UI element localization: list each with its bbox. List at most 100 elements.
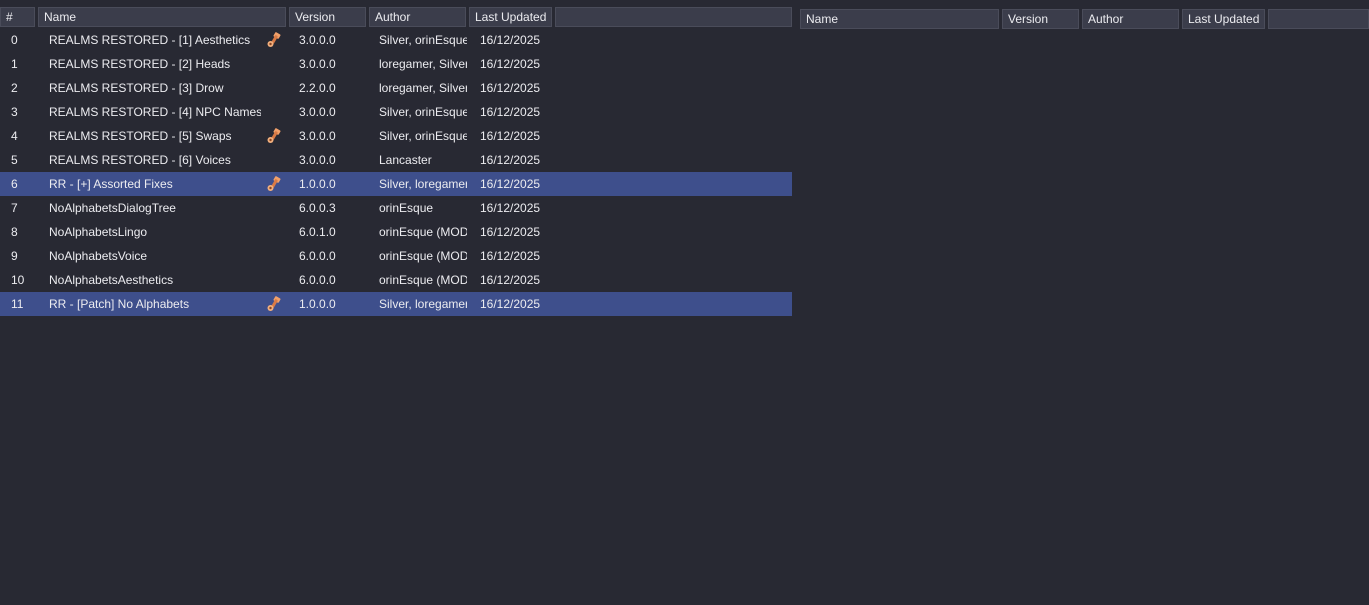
row-index: 0 <box>11 33 18 47</box>
mod-name: REALMS RESTORED - [3] Drow <box>49 81 224 95</box>
column-header-version[interactable]: Version <box>1002 9 1079 29</box>
mod-last-updated: 16/12/2025 <box>480 105 541 119</box>
available-mods-header: Name Version Author Last Updated <box>796 0 1369 29</box>
mod-name: RR - [Patch] No Alphabets <box>49 297 190 311</box>
available-mods-list[interactable]: Name Version Author Last Updated <box>796 0 1369 605</box>
row-index: 4 <box>11 129 18 143</box>
mod-name: REALMS RESTORED - [6] Voices <box>49 153 231 167</box>
column-header-filler <box>555 7 792 27</box>
row-index: 2 <box>11 81 18 95</box>
mod-version: 3.0.0.0 <box>299 129 336 143</box>
mod-version: 3.0.0.0 <box>299 33 336 47</box>
mod-icon-cell <box>263 196 283 220</box>
column-header-last-updated[interactable]: Last Updated <box>1182 9 1265 29</box>
mod-manager-window: # Name Version Author Last Updated 0 REAL… <box>0 0 1369 605</box>
mod-author: Silver, loregamer <box>379 177 467 191</box>
row-index: 10 <box>11 273 25 287</box>
mod-icon-cell <box>263 148 283 172</box>
row-index: 7 <box>11 201 18 215</box>
mod-icon-cell <box>263 244 283 268</box>
mod-author: loregamer, Silver <box>379 57 467 71</box>
mod-version: 3.0.0.0 <box>299 105 336 119</box>
mod-version: 6.0.0.0 <box>299 273 336 287</box>
load-order-rows: 0 REALMS RESTORED - [1] Aesthetics 3.0.0.0… <box>0 28 792 316</box>
mod-author: Lancaster <box>379 153 432 167</box>
mod-last-updated: 16/12/2025 <box>480 201 541 215</box>
column-header-last-updated[interactable]: Last Updated <box>469 7 552 27</box>
mod-version: 6.0.0.0 <box>299 249 336 263</box>
table-row[interactable]: 7 NoAlphabetsDialogTree 6.0.0.3 orinEsque 16… <box>0 196 792 220</box>
mod-icon-cell <box>263 28 283 52</box>
mod-last-updated: 16/12/2025 <box>480 273 541 287</box>
table-row[interactable]: 11 RR - [Patch] No Alphabets 1.0.0.0 Silver… <box>0 292 792 316</box>
mod-name: REALMS RESTORED - [2] Heads <box>49 57 231 71</box>
mod-name: NoAlphabetsAesthetics <box>49 273 174 287</box>
mod-author: Silver, orinEsque, <box>379 105 467 119</box>
mod-icon-cell <box>263 220 283 244</box>
mod-last-updated: 16/12/2025 <box>480 153 541 167</box>
table-row[interactable]: 4 REALMS RESTORED - [5] Swaps 3.0.0.0 Silve… <box>0 124 792 148</box>
dependency-tool-icon <box>266 176 282 192</box>
column-header-version[interactable]: Version <box>289 7 366 27</box>
mod-version: 6.0.0.3 <box>299 201 336 215</box>
mod-name: RR - [+] Assorted Fixes <box>49 177 173 191</box>
table-row[interactable]: 1 REALMS RESTORED - [2] Heads 3.0.0.0 loreg… <box>0 52 792 76</box>
row-index: 1 <box>11 57 18 71</box>
mod-author: orinEsque <box>379 201 434 215</box>
mod-last-updated: 16/12/2025 <box>480 297 541 311</box>
load-order-header: # Name Version Author Last Updated <box>0 0 792 27</box>
table-row[interactable]: 9 NoAlphabetsVoice 6.0.0.0 orinEsque (MOD 16… <box>0 244 792 268</box>
mod-name: REALMS RESTORED - [5] Swaps <box>49 129 232 143</box>
table-row[interactable]: 6 RR - [+] Assorted Fixes 1.0.0.0 Silver, l… <box>0 172 792 196</box>
mod-icon-cell <box>263 76 283 100</box>
mod-icon-cell <box>263 52 283 76</box>
mod-version: 3.0.0.0 <box>299 153 336 167</box>
column-header-author[interactable]: Author <box>1082 9 1179 29</box>
mod-author: orinEsque (MOD <box>379 249 467 263</box>
mod-version: 1.0.0.0 <box>299 297 336 311</box>
mod-last-updated: 16/12/2025 <box>480 33 541 47</box>
table-row[interactable]: 0 REALMS RESTORED - [1] Aesthetics 3.0.0.0… <box>0 28 792 52</box>
mod-name: NoAlphabetsLingo <box>49 225 148 239</box>
column-header-name[interactable]: Name <box>800 9 999 29</box>
row-index: 11 <box>11 297 24 311</box>
mod-author: Silver, orinEsque, <box>379 33 467 47</box>
mod-icon-cell <box>263 292 283 316</box>
row-index: 8 <box>11 225 18 239</box>
mod-last-updated: 16/12/2025 <box>480 177 541 191</box>
dependency-tool-icon <box>266 296 282 312</box>
mod-last-updated: 16/12/2025 <box>480 57 541 71</box>
mod-icon-cell <box>263 172 283 196</box>
column-header-author[interactable]: Author <box>369 7 466 27</box>
mod-version: 6.0.1.0 <box>299 225 336 239</box>
mod-author: Silver, loregamer <box>379 297 467 311</box>
mod-icon-cell <box>263 268 283 292</box>
dependency-tool-icon <box>266 32 282 48</box>
row-index: 5 <box>11 153 18 167</box>
row-index: 9 <box>11 249 18 263</box>
mod-author: Silver, orinEsque, <box>379 129 467 143</box>
mod-icon-cell <box>263 124 283 148</box>
column-header-name[interactable]: Name <box>38 7 286 27</box>
table-row[interactable]: 8 NoAlphabetsLingo 6.0.1.0 orinEsque (MOD 16… <box>0 220 792 244</box>
mod-last-updated: 16/12/2025 <box>480 129 541 143</box>
mod-author: loregamer, Silver <box>379 81 467 95</box>
table-row[interactable]: 5 REALMS RESTORED - [6] Voices 3.0.0.0 Lanc… <box>0 148 792 172</box>
table-row[interactable]: 2 REALMS RESTORED - [3] Drow 2.2.0.0 lorega… <box>0 76 792 100</box>
mod-version: 1.0.0.0 <box>299 177 336 191</box>
table-row[interactable]: 10 NoAlphabetsAesthetics 6.0.0.0 orinEsque … <box>0 268 792 292</box>
mod-author: orinEsque (MOD <box>379 273 467 287</box>
load-order-list[interactable]: # Name Version Author Last Updated 0 REAL… <box>0 0 792 605</box>
column-header-index[interactable]: # <box>0 7 35 27</box>
mod-last-updated: 16/12/2025 <box>480 249 541 263</box>
mod-version: 2.2.0.0 <box>299 81 336 95</box>
mod-name: NoAlphabetsVoice <box>49 249 148 263</box>
table-row[interactable]: 3 REALMS RESTORED - [4] NPC Names 3.0.0.0 S… <box>0 100 792 124</box>
mod-last-updated: 16/12/2025 <box>480 81 541 95</box>
row-index: 3 <box>11 105 18 119</box>
mod-icon-cell <box>263 100 283 124</box>
mod-name: REALMS RESTORED - [1] Aesthetics <box>49 33 251 47</box>
mod-name: REALMS RESTORED - [4] NPC Names <box>49 105 261 119</box>
row-index: 6 <box>11 177 18 191</box>
column-header-filler <box>1268 9 1369 29</box>
